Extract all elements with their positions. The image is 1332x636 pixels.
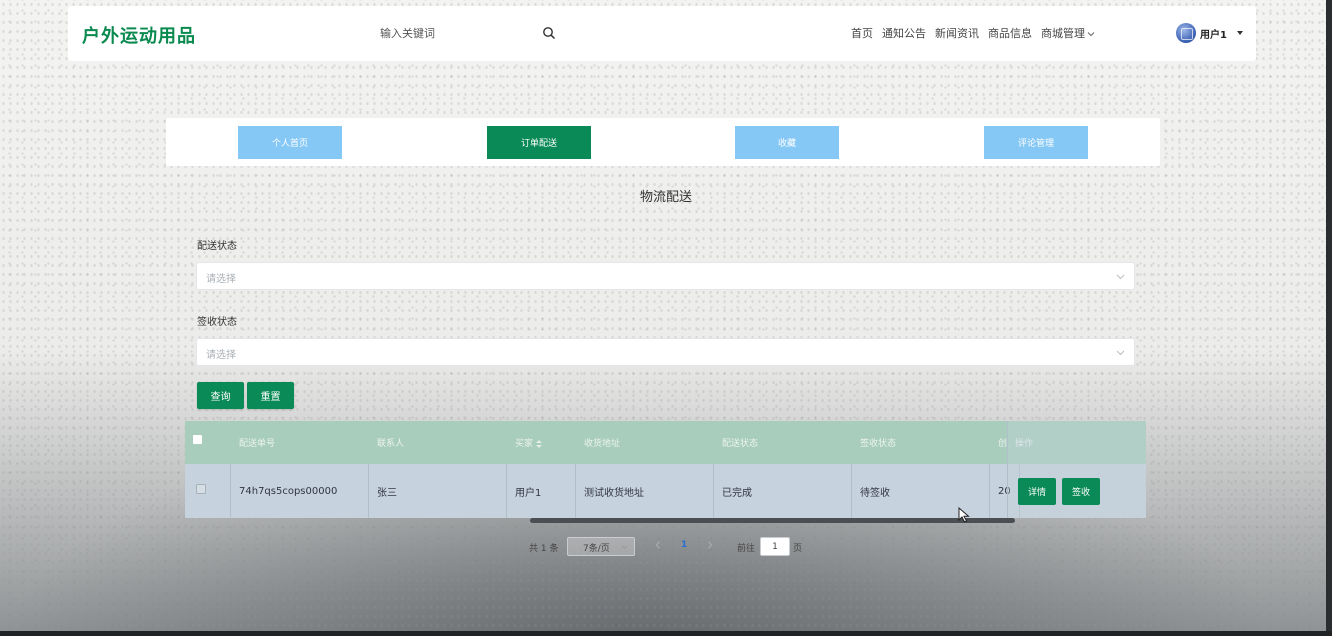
cell-delivery-status: 已完成 [714, 464, 852, 518]
top-navbar: 户外运动用品 首页 通知公告 新闻资讯 商品信息 商城管理 用户1 [68, 6, 1256, 61]
chevron-down-icon [1087, 32, 1095, 37]
chevron-left-icon[interactable] [654, 540, 662, 550]
query-button[interactable]: 查询 [197, 382, 244, 409]
select-placeholder: 请选择 [206, 274, 236, 285]
page-title: 物流配送 [639, 190, 692, 205]
page-number-current[interactable]: 1 [681, 540, 687, 550]
checkbox-cell [185, 464, 231, 518]
search-box [368, 21, 560, 45]
nav-news[interactable]: 新闻资讯 [935, 25, 979, 41]
cell-address: 测试收货地址 [576, 464, 714, 518]
select-placeholder: 请选择 [206, 350, 236, 361]
delivery-status-select[interactable]: 请选择 [196, 262, 1135, 290]
column-header-sortable[interactable]: 买家 [515, 436, 543, 449]
user-name: 用户1 [1200, 29, 1227, 41]
window-edge [1326, 0, 1332, 636]
nav-products[interactable]: 商品信息 [988, 25, 1032, 41]
nav-mall-management-label: 商城管理 [1041, 27, 1085, 40]
page-size-value: 7条/页 [583, 544, 610, 554]
cell-buyer: 用户1 [507, 464, 576, 518]
delivery-table: 配送单号 联系人 买家 收货地址 配送状态 签收状态 创 操作 74h7qs5c… [185, 421, 1146, 518]
goto-unit: 页 [793, 544, 803, 554]
reset-button[interactable]: 重置 [247, 382, 294, 409]
mouse-cursor-icon [958, 507, 970, 523]
search-icon[interactable] [542, 26, 556, 40]
page-size-select[interactable]: 7条/页 [567, 537, 635, 556]
tab-favorites[interactable]: 收藏 [735, 126, 839, 159]
window-edge [0, 631, 1332, 636]
cell-contact: 张三 [369, 464, 507, 518]
table-header: 配送单号 联系人 买家 收货地址 配送状态 签收状态 创 操作 [185, 421, 1146, 464]
receipt-status-label: 签收状态 [197, 317, 237, 328]
table-horizontal-scrollbar[interactable] [530, 518, 1015, 523]
goto-label: 前往 [737, 544, 756, 554]
tab-comment-management[interactable]: 评论管理 [984, 126, 1088, 159]
column-header: 创 [998, 439, 1008, 449]
caret-down-icon [1236, 31, 1243, 35]
chevron-down-icon [621, 545, 628, 550]
user-menu[interactable]: 用户1 [1176, 23, 1243, 43]
delivery-status-label: 配送状态 [197, 241, 237, 252]
sort-icon [536, 439, 543, 448]
center-tabs: 个人首页 订单配送 收藏 评论管理 [166, 118, 1160, 166]
search-input[interactable] [368, 21, 528, 45]
column-header: 联系人 [377, 439, 405, 449]
nav-mall-management[interactable]: 商城管理 [1041, 25, 1095, 41]
chevron-right-icon[interactable] [706, 540, 714, 550]
avatar [1176, 23, 1196, 43]
sign-button[interactable]: 签收 [1062, 478, 1100, 505]
nav-home[interactable]: 首页 [851, 25, 873, 41]
pagination-total: 共 1 条 [529, 544, 559, 554]
detail-button[interactable]: 详情 [1018, 478, 1056, 505]
chevron-down-icon [1116, 350, 1125, 356]
receipt-status-select[interactable]: 请选择 [196, 338, 1135, 366]
select-all-checkbox[interactable] [193, 435, 202, 444]
column-header: 签收状态 [860, 439, 897, 449]
chevron-down-icon [1116, 274, 1125, 280]
column-header: 配送单号 [239, 439, 276, 449]
table-row: 74h7qs5cops00000 张三 用户1 测试收货地址 已完成 待签收 2… [185, 464, 1146, 518]
nav-notices[interactable]: 通知公告 [882, 25, 926, 41]
column-header: 配送状态 [722, 439, 759, 449]
column-header-label: 买家 [515, 439, 534, 449]
tab-personal-home[interactable]: 个人首页 [238, 126, 342, 159]
site-logo[interactable]: 户外运动用品 [82, 22, 196, 48]
column-header: 收货地址 [584, 439, 621, 449]
tab-order-delivery[interactable]: 订单配送 [487, 126, 591, 159]
row-checkbox[interactable] [196, 484, 206, 494]
cell-delivery-no: 74h7qs5cops00000 [231, 464, 369, 518]
main-nav: 首页 通知公告 新闻资讯 商品信息 商城管理 [851, 25, 1104, 41]
goto-page-input[interactable]: 1 [760, 537, 790, 556]
